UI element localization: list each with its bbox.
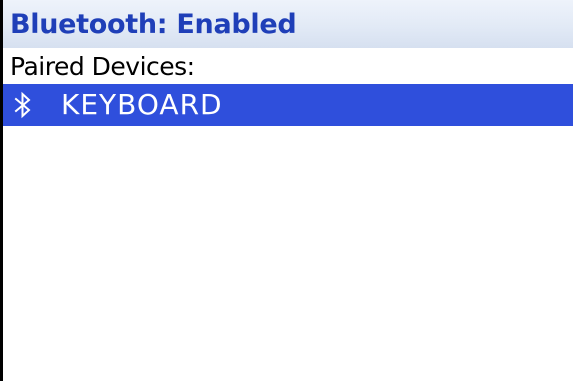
bluetooth-icon [13, 90, 33, 120]
paired-device-list: KEYBOARD [3, 84, 573, 126]
paired-devices-label: Paired Devices: [10, 51, 195, 81]
bluetooth-screen: Bluetooth: Enabled Paired Devices: KEYBO… [0, 0, 573, 381]
title-bar: Bluetooth: Enabled [3, 0, 573, 48]
page-title: Bluetooth: Enabled [10, 8, 297, 40]
device-item-keyboard[interactable]: KEYBOARD [3, 84, 573, 126]
device-name: KEYBOARD [61, 88, 223, 121]
